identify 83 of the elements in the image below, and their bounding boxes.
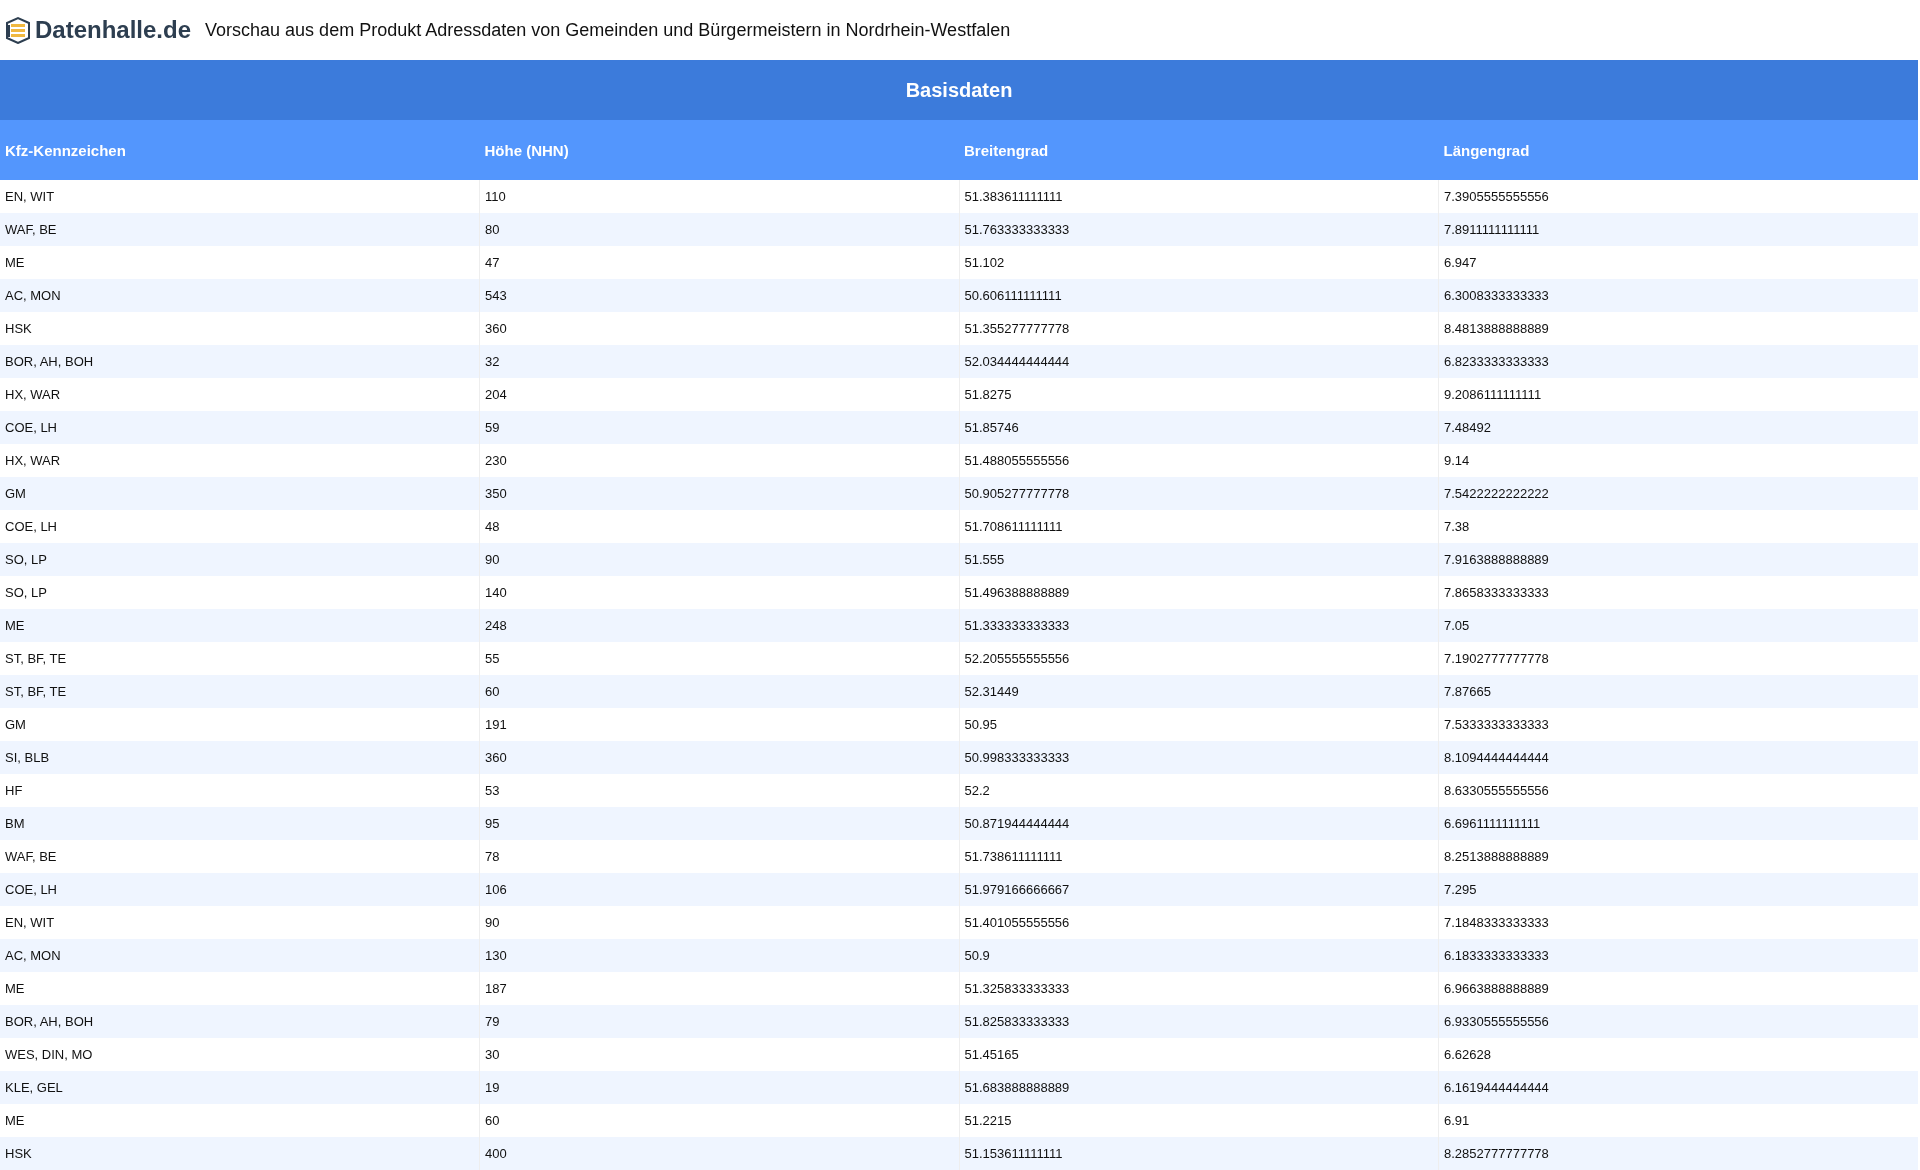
- table-cell: ME: [0, 972, 480, 1005]
- table-cell: 6.9330555555556: [1438, 1005, 1918, 1038]
- table-cell: 50.606111111111: [959, 279, 1439, 312]
- table-cell: ST, BF, TE: [0, 642, 480, 675]
- table-cell: SI, BLB: [0, 741, 480, 774]
- table-cell: BOR, AH, BOH: [0, 1005, 480, 1038]
- section-title: Basisdaten: [0, 60, 1918, 120]
- table-cell: HSK: [0, 1137, 480, 1170]
- table-cell: 19: [479, 1071, 959, 1104]
- table-cell: COE, LH: [0, 510, 480, 543]
- table-cell: EN, WIT: [0, 906, 480, 939]
- table-cell: 400: [479, 1137, 959, 1170]
- table-cell: 52.034444444444: [959, 345, 1439, 378]
- table-cell: 60: [479, 675, 959, 708]
- column-header: Breitengrad: [959, 120, 1439, 180]
- table-cell: COE, LH: [0, 411, 480, 444]
- column-header: Höhe (NHN): [479, 120, 959, 180]
- table-cell: 6.1619444444444: [1438, 1071, 1918, 1104]
- table-cell: 51.333333333333: [959, 609, 1439, 642]
- table-cell: 7.295: [1438, 873, 1918, 906]
- table-cell: BOR, AH, BOH: [0, 345, 480, 378]
- table-cell: 51.979166666667: [959, 873, 1439, 906]
- table-cell: 50.998333333333: [959, 741, 1439, 774]
- table-cell: 50.871944444444: [959, 807, 1439, 840]
- table-cell: 106: [479, 873, 959, 906]
- table-cell: HX, WAR: [0, 378, 480, 411]
- table-cell: 6.6961111111111: [1438, 807, 1918, 840]
- table-cell: 51.85746: [959, 411, 1439, 444]
- table-cell: 7.87665: [1438, 675, 1918, 708]
- table-cell: 6.1833333333333: [1438, 939, 1918, 972]
- page-title: Vorschau aus dem Produkt Adressdaten von Gemeinden und Bürgermeistern in Nordrhein-Westfalen: [205, 19, 1011, 41]
- table-cell: BM: [0, 807, 480, 840]
- table-cell: 350: [479, 477, 959, 510]
- table-cell: 51.555: [959, 543, 1439, 576]
- table-cell: 90: [479, 543, 959, 576]
- table-cell: ME: [0, 609, 480, 642]
- table-cell: 80: [479, 213, 959, 246]
- table-cell: AC, MON: [0, 279, 480, 312]
- column-header: Längengrad: [1438, 120, 1918, 180]
- server-stack-icon: [4, 16, 32, 44]
- table-cell: 79: [479, 1005, 959, 1038]
- table-cell: 51.825833333333: [959, 1005, 1439, 1038]
- table-cell: 8.1094444444444: [1438, 741, 1918, 774]
- table-cell: 51.153611111111: [959, 1137, 1439, 1170]
- table-cell: 50.905277777778: [959, 477, 1439, 510]
- table-cell: 248: [479, 609, 959, 642]
- table-cell: EN, WIT: [0, 180, 480, 213]
- table-cell: 52.31449: [959, 675, 1439, 708]
- table-cell: GM: [0, 477, 480, 510]
- table-cell: 51.683888888889: [959, 1071, 1439, 1104]
- table-cell: 7.9163888888889: [1438, 543, 1918, 576]
- table-cell: WAF, BE: [0, 213, 480, 246]
- table-cell: WES, DIN, MO: [0, 1038, 480, 1071]
- table-cell: 59: [479, 411, 959, 444]
- table-cell: 8.2852777777778: [1438, 1137, 1918, 1170]
- table-cell: 32: [479, 345, 959, 378]
- table-cell: 543: [479, 279, 959, 312]
- table-cell: HSK: [0, 312, 480, 345]
- table-cell: COE, LH: [0, 873, 480, 906]
- table-cell: 51.763333333333: [959, 213, 1439, 246]
- table-cell: KLE, GEL: [0, 1071, 480, 1104]
- table-cell: 50.9: [959, 939, 1439, 972]
- table-cell: 6.3008333333333: [1438, 279, 1918, 312]
- table-cell: 7.05: [1438, 609, 1918, 642]
- table-cell: 7.5422222222222: [1438, 477, 1918, 510]
- table-cell: 95: [479, 807, 959, 840]
- table-cell: HF: [0, 774, 480, 807]
- table-cell: SO, LP: [0, 576, 480, 609]
- table-cell: WAF, BE: [0, 840, 480, 873]
- site-logo[interactable]: Datenhalle.de: [4, 16, 192, 44]
- column-header: Kfz-Kennzeichen: [0, 120, 480, 180]
- table-cell: HX, WAR: [0, 444, 480, 477]
- table-cell: 130: [479, 939, 959, 972]
- table-cell: 360: [479, 741, 959, 774]
- table-cell: AC, MON: [0, 939, 480, 972]
- table-cell: GM: [0, 708, 480, 741]
- table-cell: 6.8233333333333: [1438, 345, 1918, 378]
- table-cell: 7.48492: [1438, 411, 1918, 444]
- table-cell: SO, LP: [0, 543, 480, 576]
- table-cell: ST, BF, TE: [0, 675, 480, 708]
- table-cell: 7.8911111111111: [1438, 213, 1918, 246]
- table-cell: ME: [0, 246, 480, 279]
- table-cell: ME: [0, 1104, 480, 1137]
